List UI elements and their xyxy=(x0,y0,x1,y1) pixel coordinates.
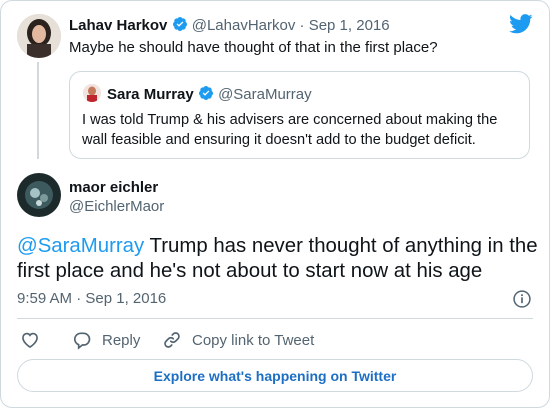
avatar-image xyxy=(17,14,61,58)
quoted-text-line-1: I was told Trump & his advisers are conc… xyxy=(82,112,498,128)
twitter-bird-icon[interactable] xyxy=(509,14,533,34)
heart-icon xyxy=(22,332,38,349)
quoted-avatar xyxy=(83,84,101,102)
avatar[interactable] xyxy=(17,14,61,58)
reply-label: Reply xyxy=(102,331,141,349)
quoted-author-handle: @SaraMurray xyxy=(218,86,312,103)
thread-connector xyxy=(37,62,39,159)
author-name[interactable]: maor eichler xyxy=(69,179,158,197)
tweet-text-line-2: first place and he's not about to start … xyxy=(17,260,483,282)
quoted-text-line-2: wall feasible and ensuring it doesn't ad… xyxy=(82,132,476,148)
tweet-text: Trump has never thought of anything in t… xyxy=(144,235,538,257)
tweet-text-line-1: @SaraMurray Trump has never thought of a… xyxy=(17,233,538,259)
avatar-image xyxy=(17,173,61,217)
separator: · xyxy=(299,17,305,34)
like-button[interactable] xyxy=(20,330,40,350)
author-handle[interactable]: @LahavHarkov xyxy=(192,17,296,34)
info-icon[interactable] xyxy=(512,289,532,309)
explore-label: Explore what's happening on Twitter xyxy=(153,367,397,384)
avatar-image xyxy=(83,84,101,102)
divider xyxy=(17,318,533,319)
parent-header: Lahav Harkov @LahavHarkov · Sep 1, 2016 xyxy=(69,16,390,35)
link-icon xyxy=(164,332,180,348)
verified-badge-icon xyxy=(172,17,187,31)
copy-link-button[interactable]: Copy link to Tweet xyxy=(162,330,314,350)
quoted-header: Sara Murray @SaraMurray xyxy=(107,85,312,104)
author-handle[interactable]: @EichlerMaor xyxy=(69,198,164,216)
verified-badge-icon xyxy=(198,86,213,100)
parent-text: Maybe he should have thought of that in … xyxy=(69,39,438,56)
tweet-timestamp[interactable]: 9:59 AM · Sep 1, 2016 xyxy=(17,290,166,308)
mention-link[interactable]: @SaraMurray xyxy=(17,235,144,257)
quoted-author-name: Sara Murray xyxy=(107,86,194,103)
author-name[interactable]: Lahav Harkov xyxy=(69,17,167,34)
explore-button[interactable]: Explore what's happening on Twitter xyxy=(17,359,533,392)
reply-icon xyxy=(73,332,91,350)
avatar[interactable] xyxy=(17,173,61,217)
tweet-date[interactable]: Sep 1, 2016 xyxy=(309,17,390,34)
copy-link-label: Copy link to Tweet xyxy=(192,331,315,349)
reply-button[interactable]: Reply xyxy=(72,330,140,350)
